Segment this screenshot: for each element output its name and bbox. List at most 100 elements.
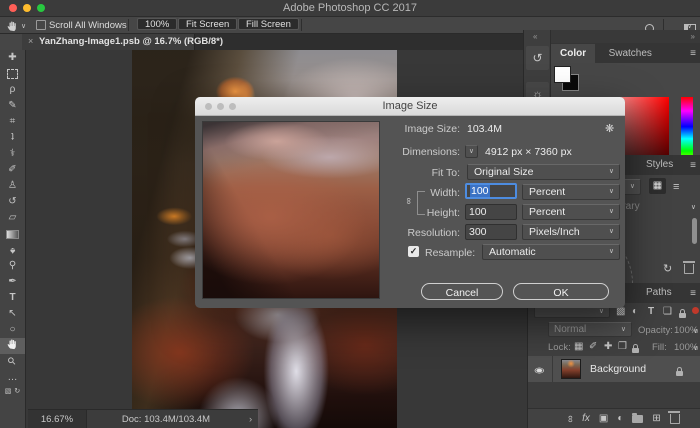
edit-toolbar-button[interactable]: … <box>0 370 25 386</box>
lasso-tool[interactable]: ρ <box>0 82 25 98</box>
filter-smartobject-lock-icon[interactable] <box>679 313 686 318</box>
layer-thumbnail[interactable] <box>561 359 581 379</box>
zoom-tool[interactable]: ⚲ <box>0 354 25 370</box>
filter-toggle-icon[interactable] <box>692 307 699 314</box>
history-panel-button[interactable]: ↺ <box>526 46 549 70</box>
crop-tool[interactable]: ⌗ <box>0 114 25 130</box>
lock-all-icon[interactable] <box>632 348 639 353</box>
fit-to-select[interactable]: Original Size ∨ <box>467 164 620 180</box>
ok-button[interactable]: OK <box>513 283 609 300</box>
color-panel-tabs: Color Swatches ≡ <box>551 43 700 63</box>
move-tool[interactable]: ✚ <box>0 50 25 66</box>
clone-stamp-icon: ♙ <box>8 181 17 191</box>
filter-pixel-icon[interactable]: ▩ <box>616 307 625 317</box>
link-layers-icon[interactable]: ∞ <box>565 415 575 422</box>
lock-position-icon[interactable]: ✚ <box>604 342 612 352</box>
workspace-chevron-icon[interactable]: ∨ <box>687 23 692 30</box>
blend-mode-select[interactable]: Normal ∨ <box>548 322 632 337</box>
fill-screen-button[interactable]: Fill Screen <box>238 18 299 30</box>
resolution-unit-select[interactable]: Pixels/Inch ∨ <box>522 224 620 240</box>
tab-paths[interactable]: Paths <box>646 283 672 303</box>
tab-styles[interactable]: Styles <box>646 155 673 175</box>
blur-tool[interactable]: ♠ <box>0 242 25 258</box>
new-layer-icon[interactable]: ⊞ <box>652 414 660 424</box>
resample-select[interactable]: Automatic ∨ <box>482 244 620 260</box>
panel-menu-icon[interactable]: ≡ <box>690 49 696 59</box>
height-unit-select[interactable]: Percent ∨ <box>522 204 620 220</box>
marquee-tool[interactable] <box>0 66 25 82</box>
expand-dock-icon[interactable]: « <box>533 32 537 41</box>
rotate-view-icon[interactable]: ↻ <box>14 388 20 395</box>
hand-tool[interactable] <box>0 338 25 354</box>
chevron-down-icon: ∨ <box>469 148 474 155</box>
lock-artboard-icon[interactable]: ❐ <box>618 342 627 352</box>
new-group-icon[interactable] <box>632 415 643 423</box>
scroll-all-windows-checkbox[interactable] <box>36 20 46 30</box>
list-view-icon[interactable]: ≡ <box>673 182 679 193</box>
fit-screen-button[interactable]: Fit Screen <box>178 18 237 30</box>
type-tool[interactable]: T <box>0 290 25 306</box>
layer-row-background[interactable]: ◉ Background <box>528 356 700 382</box>
spot-healing-tool[interactable]: ⚕ <box>0 146 25 162</box>
delete-layer-icon[interactable] <box>670 414 680 424</box>
dimensions-unit-button[interactable]: ∨ <box>465 145 478 158</box>
lock-transparency-icon[interactable]: ▦ <box>574 342 583 352</box>
filter-adjustment-icon[interactable]: ◐ <box>632 307 638 317</box>
width-unit-select[interactable]: Percent ∨ <box>522 184 620 200</box>
tab-swatches[interactable]: Swatches <box>600 44 661 64</box>
zoom-level-field[interactable]: 16.67% <box>28 410 87 428</box>
height-input[interactable]: 100 <box>465 204 517 220</box>
trash-icon[interactable] <box>684 264 694 274</box>
eyedropper-tool[interactable]: ʇ <box>0 130 25 146</box>
shape-tool[interactable]: ○ <box>0 322 25 338</box>
status-chevron-icon[interactable]: › <box>249 410 252 428</box>
gear-icon[interactable]: ❋ <box>605 124 614 135</box>
panel-menu-icon[interactable]: ≡ <box>690 161 696 171</box>
dodge-tool[interactable]: ⚲ <box>0 258 25 274</box>
layer-name[interactable]: Background <box>590 363 646 375</box>
resolution-input[interactable]: 300 <box>465 224 517 240</box>
scrollbar-thumb[interactable] <box>692 218 697 244</box>
layer-visibility-eye-icon[interactable]: ◉ <box>534 366 544 375</box>
width-input[interactable]: 100 <box>465 183 517 199</box>
path-selection-tool[interactable]: ↖ <box>0 306 25 322</box>
tab-color[interactable]: Color <box>551 44 595 64</box>
layer-mask-icon[interactable]: ▣ <box>599 414 608 424</box>
chevron-down-icon[interactable]: ∨ <box>691 204 696 211</box>
dimensions-value: 4912 px × 7360 px <box>485 146 572 158</box>
filter-shape-icon[interactable]: ❏ <box>663 307 672 317</box>
collapse-dock-icon[interactable]: » <box>691 32 695 41</box>
resample-checkbox[interactable]: ✓ <box>408 246 419 257</box>
eraser-icon: ▱ <box>9 213 17 223</box>
lock-pixels-icon[interactable]: ✐ <box>589 342 597 352</box>
cancel-button[interactable]: Cancel <box>421 283 503 300</box>
chevron-down-icon: ∨ <box>599 308 604 315</box>
close-tab-icon[interactable]: × <box>28 36 33 46</box>
chevron-down-icon[interactable]: ∨ <box>693 345 698 352</box>
panel-foreground-swatch[interactable] <box>554 66 571 83</box>
adjustment-layer-icon[interactable]: ◐ <box>617 414 623 424</box>
layer-effects-icon[interactable]: fx <box>582 414 590 424</box>
image-size-value: 103.4M <box>467 123 502 135</box>
grid-view-button[interactable]: ▦ <box>649 178 666 194</box>
move-icon: ✚ <box>8 53 16 63</box>
panel-menu-icon[interactable]: ≡ <box>690 289 696 299</box>
brush-tool[interactable]: ✐ <box>0 162 25 178</box>
sync-icon[interactable]: ↻ <box>663 264 672 275</box>
clone-stamp-tool[interactable]: ♙ <box>0 178 25 194</box>
filter-type-icon[interactable]: T <box>648 307 654 317</box>
quick-selection-tool[interactable]: ✎ <box>0 98 25 114</box>
dialog-title: Image Size <box>195 100 625 112</box>
dialog-titlebar[interactable]: Image Size <box>195 97 625 116</box>
document-tab[interactable]: × YanZhang-Image1.psb @ 16.7% (RGB/8*) <box>22 34 195 50</box>
eraser-tool[interactable]: ▱ <box>0 210 25 226</box>
history-brush-tool[interactable]: ↺ <box>0 194 25 210</box>
image-size-label: Image Size: <box>315 123 460 135</box>
zoom-100-button[interactable]: 100% <box>137 18 177 30</box>
chevron-down-icon[interactable]: ∨ <box>693 328 698 335</box>
gradient-tool[interactable] <box>0 226 25 242</box>
quick-mask-icon[interactable]: ▧ <box>5 388 12 395</box>
pen-tool[interactable]: ✒ <box>0 274 25 290</box>
tool-preset-chevron-icon[interactable]: ∨ <box>21 23 26 30</box>
chevron-down-icon: ∨ <box>609 228 614 235</box>
